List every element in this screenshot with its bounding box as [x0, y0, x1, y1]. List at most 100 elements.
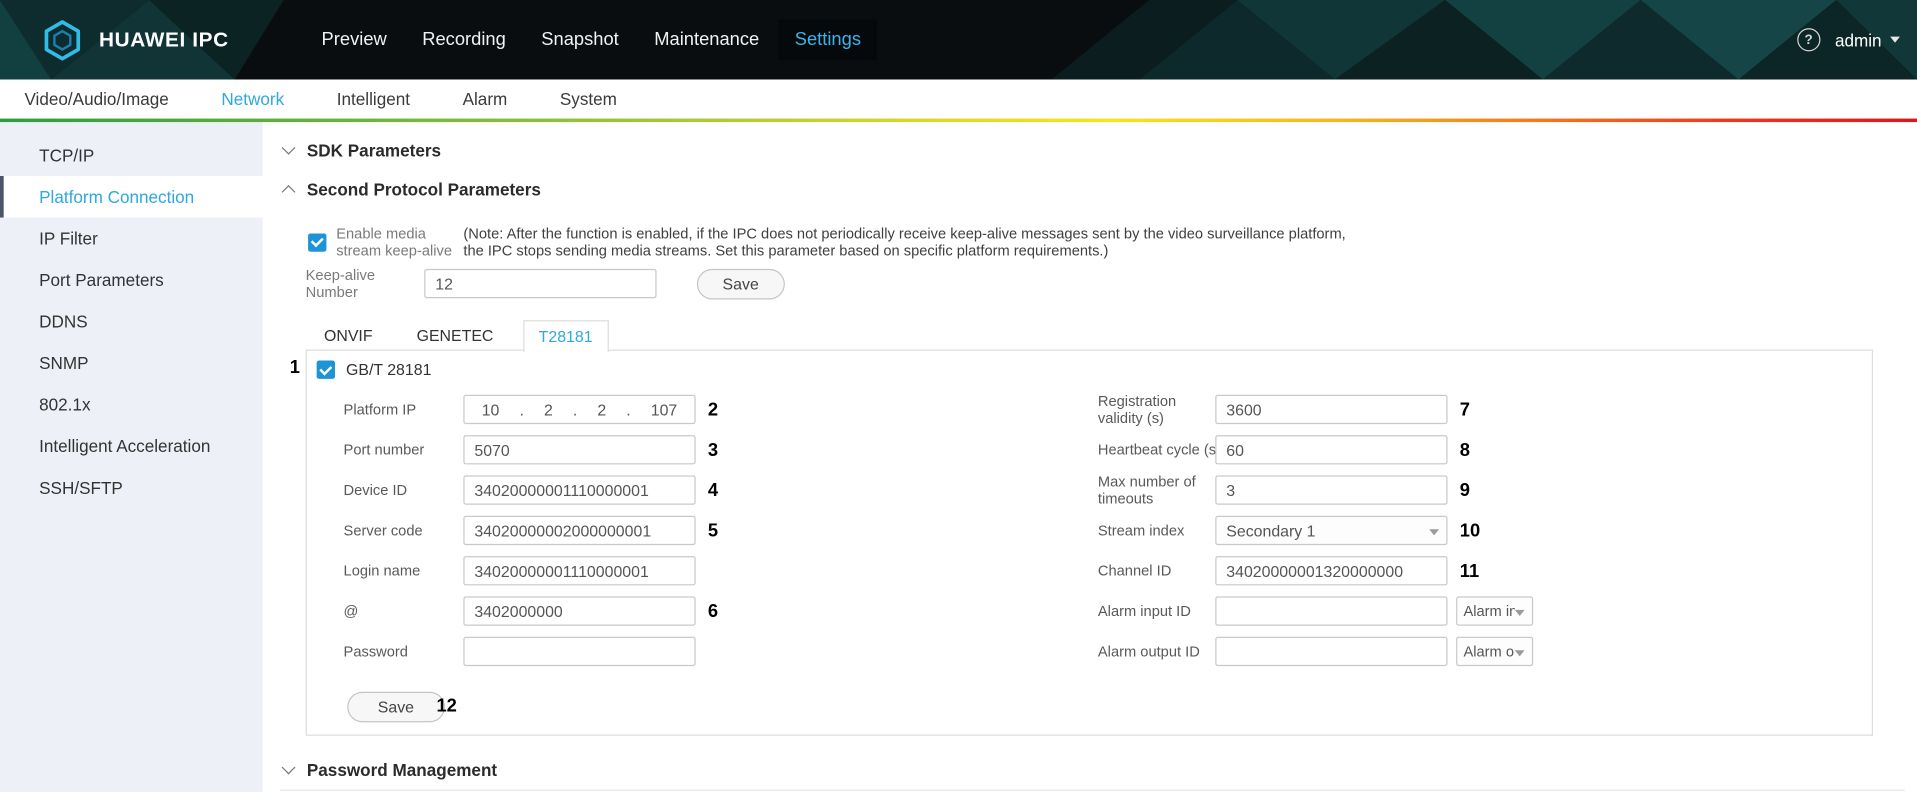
sidebar-item-ip-filter[interactable]: IP Filter: [0, 218, 263, 260]
sidebar-item-snmp[interactable]: SNMP: [0, 342, 263, 384]
field-label: Server code: [344, 522, 464, 539]
keepalive-row: Enable media stream keep-alive (Note: Af…: [308, 225, 1346, 259]
field-login-name: Login name: [344, 556, 719, 585]
field-label: Heartbeat cycle (s): [1098, 441, 1215, 458]
nav-recording[interactable]: Recording: [422, 29, 506, 50]
tab-onvif[interactable]: ONVIF: [309, 321, 387, 350]
settings-tabbar: Video/Audio/Image Network Intelligent Al…: [0, 79, 1917, 118]
chevron-down-icon: [1515, 610, 1525, 616]
field-label: @: [344, 603, 464, 620]
content-area: SDK Parameters Second Protocol Parameter…: [263, 122, 1917, 792]
login-name-input[interactable]: [463, 556, 695, 585]
keepalive-number-input[interactable]: [424, 269, 656, 298]
server-code-input[interactable]: [463, 516, 695, 545]
field-password: Password: [344, 637, 719, 666]
tab-intelligent[interactable]: Intelligent: [337, 89, 410, 109]
brand-name: HUAWEI IPC: [99, 27, 229, 51]
gbt28181-label: GB/T 28181: [346, 361, 431, 379]
sidebar-item-tcpip[interactable]: TCP/IP: [0, 134, 263, 176]
keepalive-number-label: Keep-alive Number: [306, 266, 394, 300]
user-name: admin: [1835, 30, 1882, 50]
password-input[interactable]: [463, 637, 695, 666]
tab-genetec[interactable]: GENETEC: [402, 321, 508, 350]
field-platform-ip: Platform IP 10.2.2.107 2: [344, 395, 719, 424]
tab-network[interactable]: Network: [221, 89, 284, 109]
alarm-output-select[interactable]: Alarm ou: [1456, 637, 1533, 666]
user-menu[interactable]: admin: [1835, 30, 1900, 50]
field-heartbeat-cycle: Heartbeat cycle (s) 8: [1098, 435, 1533, 464]
gbt28181-row: GB/T 28181: [317, 361, 432, 379]
field-label: Registrationvalidity (s): [1098, 392, 1215, 426]
gbt28181-checkbox[interactable]: [317, 361, 335, 379]
annotation-7: 7: [1460, 399, 1470, 420]
registration-validity-input[interactable]: [1215, 395, 1447, 424]
alarm-input-select[interactable]: Alarm inp: [1456, 596, 1533, 625]
tab-video-audio-image[interactable]: Video/Audio/Image: [24, 89, 168, 109]
nav-snapshot[interactable]: Snapshot: [541, 29, 619, 50]
app-window: HUAWEI IPC Preview Recording Snapshot Ma…: [0, 0, 1917, 792]
field-label: Alarm input ID: [1098, 603, 1215, 620]
sidebar-item-platform-connection[interactable]: Platform Connection: [0, 176, 263, 218]
section-sdk-parameters[interactable]: SDK Parameters: [284, 141, 441, 161]
help-icon[interactable]: ?: [1797, 28, 1820, 51]
alarm-output-id-input[interactable]: [1215, 637, 1447, 666]
keepalive-number-row: Keep-alive Number Save: [306, 266, 785, 300]
tab-t28181[interactable]: T28181: [523, 320, 609, 352]
field-label: Alarm output ID: [1098, 643, 1215, 660]
nav-maintenance[interactable]: Maintenance: [654, 29, 759, 50]
t28181-save-button[interactable]: Save: [347, 692, 444, 723]
brand: HUAWEI IPC: [42, 0, 229, 79]
sidebar-item-port-parameters[interactable]: Port Parameters: [0, 259, 263, 301]
nav-settings[interactable]: Settings: [779, 20, 877, 60]
at-number-input[interactable]: [463, 596, 695, 625]
section-second-protocol-parameters[interactable]: Second Protocol Parameters: [284, 180, 541, 200]
topbar-right: ? admin: [1797, 0, 1900, 79]
nav-preview[interactable]: Preview: [322, 29, 387, 50]
field-label: Channel ID: [1098, 562, 1215, 579]
device-id-input[interactable]: [463, 475, 695, 504]
field-alarm-output-id: Alarm output ID Alarm ou: [1098, 637, 1533, 666]
tab-alarm[interactable]: Alarm: [463, 89, 508, 109]
field-label: Device ID: [344, 482, 464, 499]
sidebar-item-8021x[interactable]: 802.1x: [0, 384, 263, 426]
port-number-input[interactable]: [463, 435, 695, 464]
topbar-nav: Preview Recording Snapshot Maintenance S…: [322, 0, 861, 79]
channel-id-input[interactable]: [1215, 556, 1447, 585]
annotation-2: 2: [708, 399, 718, 420]
chevron-down-icon: [1890, 37, 1900, 43]
field-label: Max number oftimeouts: [1098, 473, 1215, 507]
annotation-8: 8: [1460, 439, 1470, 460]
field-port-number: Port number 3: [344, 435, 719, 464]
field-channel-id: Channel ID 11: [1098, 556, 1533, 585]
annotation-1: 1: [290, 357, 300, 378]
platform-ip-input[interactable]: 10.2.2.107: [463, 395, 695, 424]
chevron-down-icon: [1515, 650, 1525, 656]
sidebar-item-intelligent-acceleration[interactable]: Intelligent Acceleration: [0, 425, 263, 467]
field-label: Platform IP: [344, 401, 464, 418]
sidebar-item-ddns[interactable]: DDNS: [0, 301, 263, 343]
field-alarm-input-id: Alarm input ID Alarm inp: [1098, 596, 1533, 625]
stream-index-select[interactable]: Secondary 1: [1215, 516, 1447, 545]
annotation-6: 6: [708, 601, 718, 622]
t28181-right-column: Registrationvalidity (s) 7 Heartbeat cyc…: [1098, 395, 1533, 677]
protocol-tabs: ONVIF GENETEC T28181: [309, 320, 623, 351]
tab-system[interactable]: System: [560, 89, 617, 109]
field-registration-validity: Registrationvalidity (s) 7: [1098, 395, 1533, 424]
annotation-12: 12: [436, 695, 456, 716]
keepalive-save-button[interactable]: Save: [697, 268, 785, 299]
keepalive-checkbox-label: Enable media stream keep-alive: [336, 225, 455, 259]
chevron-down-icon: [282, 141, 296, 155]
max-timeouts-input[interactable]: [1215, 475, 1447, 504]
sidebar-item-ssh-sftp[interactable]: SSH/SFTP: [0, 467, 263, 509]
section-divider: [280, 790, 1905, 791]
alarm-input-id-input[interactable]: [1215, 596, 1447, 625]
annotation-10: 10: [1460, 520, 1480, 541]
enable-media-stream-keepalive-checkbox[interactable]: [308, 233, 326, 251]
heartbeat-cycle-input[interactable]: [1215, 435, 1447, 464]
huawei-logo-icon: [42, 19, 84, 61]
field-max-timeouts: Max number oftimeouts 9: [1098, 475, 1533, 504]
field-label: Password: [344, 643, 464, 660]
section-password-management[interactable]: Password Management: [284, 760, 497, 780]
keepalive-note: (Note: After the function is enabled, if…: [463, 225, 1345, 259]
field-stream-index: Stream index Secondary 1 10: [1098, 516, 1533, 545]
